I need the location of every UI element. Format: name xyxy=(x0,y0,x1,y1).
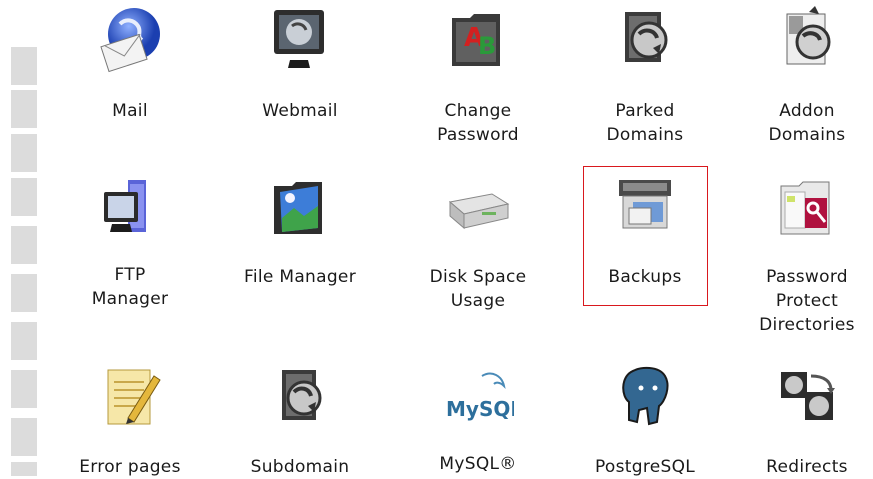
ftp-manager-label: FTP Manager xyxy=(91,265,169,309)
change-password-folder-icon: A B xyxy=(442,4,514,76)
svg-text:B: B xyxy=(478,32,496,60)
addon-domains-icon xyxy=(771,4,843,76)
password-protect-directories-label: Password Protect Directories xyxy=(759,267,855,335)
file-manager-folder-icon xyxy=(264,172,336,244)
parked-domains-label: Parked Domains xyxy=(606,101,684,145)
file-manager-label: File Manager xyxy=(244,267,356,287)
postgresql-label: PostgreSQL xyxy=(594,457,696,477)
change-password-label: Change Password xyxy=(437,101,519,145)
mail-label: Mail xyxy=(112,101,148,121)
postgresql-elephant-icon xyxy=(609,362,681,434)
hard-disk-icon xyxy=(442,172,514,244)
cpanel-icon-grid: Mail Webmail A B Change Password Parked … xyxy=(0,0,873,477)
error-pages-label: Error pages xyxy=(79,457,181,477)
backup-drive-icon xyxy=(609,172,681,244)
mysql-label: MySQL® xyxy=(439,454,517,474)
redirects-label: Redirects xyxy=(766,457,848,477)
disk-space-usage-label: Disk Space Usage xyxy=(429,267,527,311)
addon-domains-label: Addon Domains xyxy=(768,101,846,145)
mail-globe-icon xyxy=(94,4,166,76)
password-protect-folder-icon xyxy=(771,172,843,244)
redirects-icon xyxy=(771,362,843,434)
parked-domains-icon xyxy=(609,4,681,76)
notepad-pencil-icon xyxy=(94,362,166,434)
mysql-logo-text: MySQL xyxy=(446,397,514,421)
backups-label: Backups xyxy=(608,267,682,287)
mysql-logo-icon: MySQL xyxy=(442,362,514,434)
subdomain-label: Subdomain xyxy=(250,457,350,477)
subdomain-icon xyxy=(264,362,336,434)
webmail-label: Webmail xyxy=(262,101,338,121)
webmail-monitor-icon xyxy=(264,4,336,76)
ftp-computer-icon xyxy=(94,172,166,244)
